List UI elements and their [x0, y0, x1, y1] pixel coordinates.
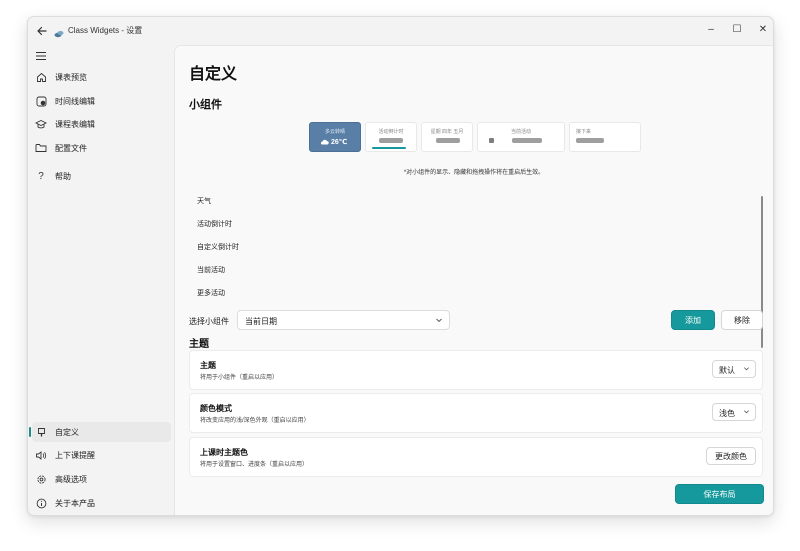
settings-window: Class Widgets - 设置 – ☐ ✕ 课表预览 时间线编辑 课程表编…: [27, 16, 774, 516]
app-logo-icon: [54, 26, 64, 38]
chevron-down-icon: [744, 410, 749, 414]
preview-weather-widget[interactable]: 多云转晴 26℃: [309, 122, 361, 152]
sidebar-item-label: 高级选项: [55, 475, 87, 484]
widget-select-dropdown[interactable]: 当前日期: [237, 310, 450, 330]
sidebar-item-label: 上下课提醒: [55, 451, 95, 460]
current-activity-label: 当前活动: [510, 129, 531, 135]
sidebar-item-about[interactable]: 关于本产品: [28, 493, 173, 513]
arrow-left-icon: [37, 26, 47, 36]
gear-icon: [34, 472, 48, 486]
widget-select-value: 当前日期: [245, 317, 277, 326]
sidebar-item-timeline-edit[interactable]: 时间线编辑: [28, 91, 173, 111]
back-button[interactable]: [34, 23, 50, 39]
countdown-text-placeholder: [379, 138, 403, 143]
main-content: 自定义 小组件 多云转晴 26℃ 活动倒计时 星期 四年 五月 当前活动 接下来: [174, 45, 773, 515]
sidebar-item-config-files[interactable]: 配置文件: [28, 138, 173, 158]
preview-current-activity-widget[interactable]: 当前活动: [477, 122, 565, 152]
preview-date-widget[interactable]: 星期 四年 五月: [421, 122, 473, 152]
add-widget-button[interactable]: 添加: [671, 310, 715, 330]
sidebar-item-label: 配置文件: [55, 144, 87, 153]
widget-list[interactable]: 天气 活动倒计时 自定义倒计时 当前活动 更多活动: [189, 184, 762, 309]
setting-title: 颜色模式: [200, 404, 232, 413]
color-mode-dropdown[interactable]: 浅色: [712, 403, 756, 421]
sidebar-item-label: 帮助: [55, 172, 71, 181]
brush-icon: [34, 425, 48, 439]
clock-edit-icon: [34, 94, 48, 108]
list-item[interactable]: 更多活动: [197, 288, 225, 298]
countdown-progress: [372, 147, 406, 149]
date-label: 星期 四年 五月: [430, 129, 464, 135]
theme-dropdown-value: 默认: [719, 366, 735, 375]
color-mode-setting-card: 颜色模式 将改变应用的浅/深色外观（重启以应用） 浅色: [189, 393, 763, 433]
active-indicator: [29, 427, 31, 437]
speaker-icon: [34, 448, 48, 462]
preview-countdown-widget[interactable]: 活动倒计时: [365, 122, 417, 152]
hamburger-icon: [36, 51, 46, 61]
setting-description: 将用于设置窗口、进度条（重启以应用）: [200, 462, 309, 468]
list-item[interactable]: 活动倒计时: [197, 219, 232, 229]
sidebar-item-label: 时间线编辑: [55, 97, 95, 106]
chevron-down-icon: [744, 367, 749, 371]
window-title: Class Widgets - 设置: [68, 26, 143, 35]
date-text-placeholder: [436, 138, 460, 143]
theme-section-title: 主题: [189, 339, 209, 350]
sidebar-item-advanced[interactable]: 高级选项: [28, 469, 173, 489]
sidebar-item-label: 课程表编辑: [55, 120, 95, 129]
sidebar-item-label: 自定义: [55, 428, 79, 437]
widgets-section-title: 小组件: [189, 99, 222, 111]
theme-dropdown[interactable]: 默认: [712, 360, 756, 378]
folder-icon: [34, 141, 48, 155]
restart-note: *对小组件的显示、隐藏和拖拽操作将在重启后生效。: [403, 170, 545, 176]
activity-icon: [489, 138, 494, 143]
close-button[interactable]: ✕: [750, 19, 773, 39]
sidebar-item-help[interactable]: ? 帮助: [28, 166, 173, 186]
list-item[interactable]: 天气: [197, 196, 211, 206]
maximize-button[interactable]: ☐: [724, 19, 750, 39]
setting-title: 上课时主题色: [200, 448, 248, 457]
list-item[interactable]: 自定义倒计时: [197, 242, 239, 252]
help-icon: ?: [38, 170, 44, 182]
next-label: 接下来: [576, 129, 592, 135]
hamburger-menu-button[interactable]: [35, 48, 49, 61]
sidebar-item-schedule-preview[interactable]: 课表预览: [28, 67, 173, 87]
class-theme-color-setting-card: 上课时主题色 将用于设置窗口、进度条（重启以应用） 更改颜色: [189, 437, 763, 477]
chevron-down-icon: [436, 318, 442, 323]
education-icon: [34, 117, 48, 131]
sidebar-item-schedule-edit[interactable]: 课程表编辑: [28, 114, 173, 134]
list-item[interactable]: 当前活动: [197, 265, 225, 275]
next-text-placeholder: [576, 138, 604, 143]
setting-description: 将用于小组件（重启以应用）: [200, 375, 279, 381]
preview-next-widget[interactable]: 接下来: [569, 122, 641, 152]
current-activity-text-placeholder: [512, 138, 542, 143]
sidebar-item-label: 课表预览: [55, 73, 87, 82]
sidebar-item-label: 关于本产品: [55, 499, 95, 508]
setting-title: 主题: [200, 361, 216, 370]
select-widget-label: 选择小组件: [189, 317, 229, 326]
weather-temperature: 26℃: [331, 139, 348, 146]
change-color-button[interactable]: 更改颜色: [706, 447, 756, 465]
theme-setting-card: 主题 将用于小组件（重启以应用） 默认: [189, 350, 763, 390]
minimize-button[interactable]: –: [698, 19, 724, 39]
info-icon: [34, 496, 48, 510]
setting-description: 将改变应用的浅/深色外观（重启以应用）: [200, 418, 310, 424]
weather-label: 多云转晴: [324, 129, 345, 135]
save-layout-button[interactable]: 保存布局: [675, 484, 764, 504]
remove-widget-button[interactable]: 移除: [721, 310, 763, 330]
sidebar-item-customize[interactable]: 自定义: [29, 422, 171, 442]
title-bar: Class Widgets - 设置 – ☐ ✕: [28, 17, 773, 45]
color-mode-dropdown-value: 浅色: [719, 409, 735, 418]
sidebar-item-class-reminder[interactable]: 上下课提醒: [28, 445, 173, 465]
page-title: 自定义: [189, 66, 238, 83]
cloud-icon: [320, 139, 329, 145]
countdown-label: 活动倒计时: [378, 129, 404, 135]
home-icon: [34, 70, 48, 84]
